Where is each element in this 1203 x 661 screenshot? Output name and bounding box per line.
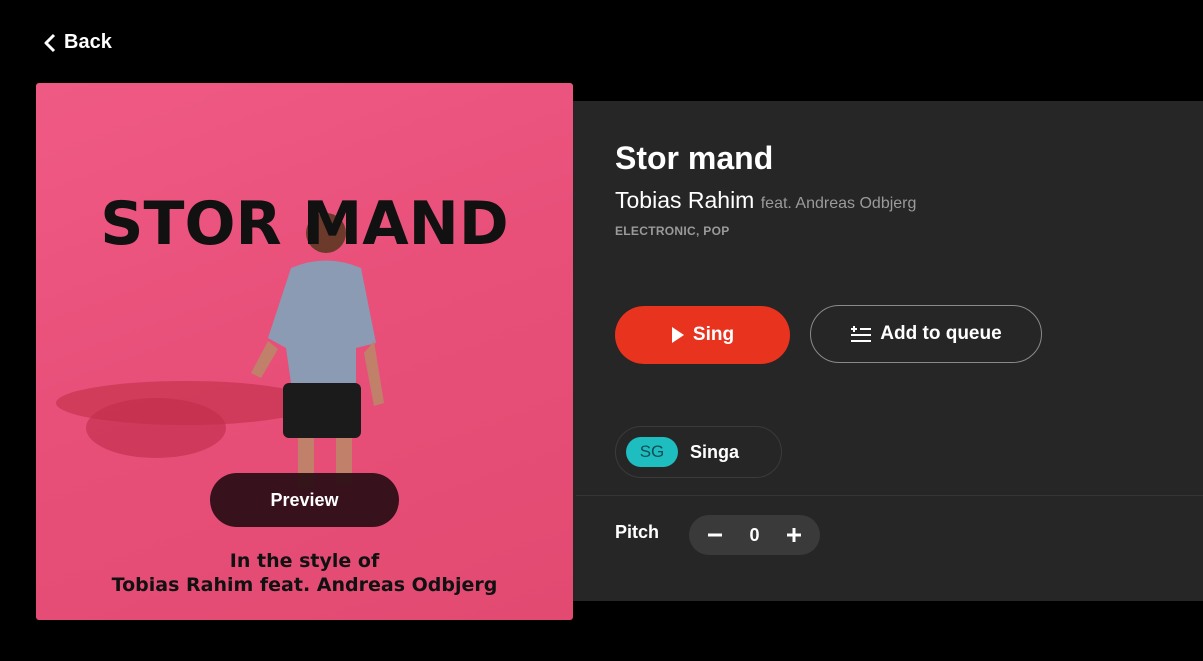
preview-button[interactable]: Preview xyxy=(210,473,399,527)
featuring-artist: feat. Andreas Odbjerg xyxy=(760,195,917,212)
cover-title: STOR MAND xyxy=(100,189,509,259)
genre-tags: ELECTRONIC, POP xyxy=(615,224,730,238)
pitch-stepper: 0 xyxy=(689,515,820,555)
plus-icon xyxy=(786,528,801,542)
cover-caption-line1: In the style of xyxy=(229,550,380,572)
pitch-increase-button[interactable] xyxy=(786,527,802,543)
pitch-value: 0 xyxy=(749,524,760,545)
back-label: Back xyxy=(64,31,112,53)
artist-line: Tobias Rahim feat. Andreas Odbjerg xyxy=(615,187,916,214)
album-cover: STOR MAND Preview In the style of Tobias… xyxy=(36,83,573,620)
cover-caption: In the style of Tobias Rahim feat. Andre… xyxy=(36,549,573,597)
sing-button[interactable]: Sing xyxy=(615,306,790,364)
play-icon xyxy=(671,327,684,343)
pitch-label: Pitch xyxy=(615,522,660,542)
sing-label: Sing xyxy=(692,324,735,345)
cover-artwork xyxy=(56,213,384,488)
source-badge: SG xyxy=(626,437,678,467)
chevron-left-icon xyxy=(44,33,56,52)
divider xyxy=(576,495,1203,496)
source-chip[interactable]: SG Singa xyxy=(615,426,782,478)
cover-caption-line2: Tobias Rahim feat. Andreas Odbjerg xyxy=(111,574,498,596)
source-name: Singa xyxy=(690,441,740,462)
queue-list-icon xyxy=(851,326,872,342)
pitch-decrease-button[interactable] xyxy=(707,527,723,543)
queue-label: Add to queue xyxy=(880,323,1002,344)
add-to-queue-button[interactable]: Add to queue xyxy=(810,305,1042,363)
artist-name[interactable]: Tobias Rahim xyxy=(615,187,754,213)
minus-icon xyxy=(708,533,722,537)
back-button[interactable]: Back xyxy=(42,31,112,54)
song-title: Stor mand xyxy=(615,140,774,176)
